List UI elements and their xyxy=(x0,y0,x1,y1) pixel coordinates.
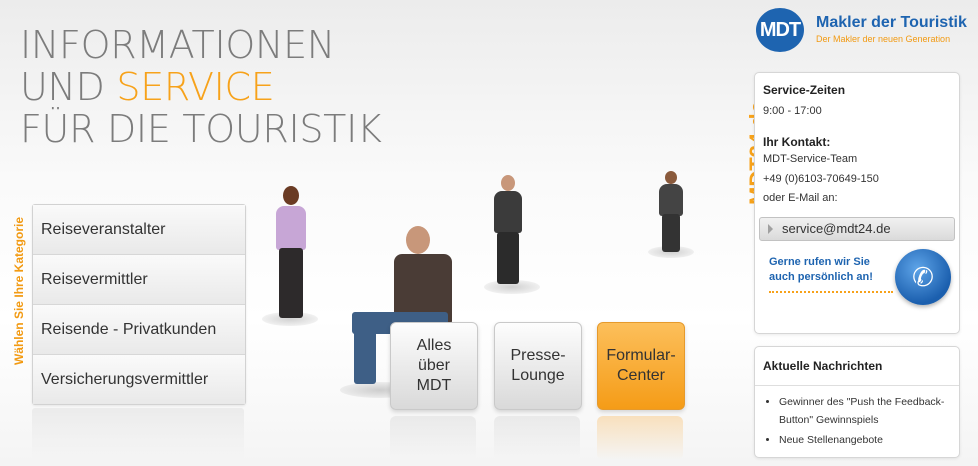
tile-label-line: Alles xyxy=(416,337,452,354)
tile-label-line: Center xyxy=(616,367,666,384)
tile-label-line: Presse- xyxy=(510,347,566,364)
logo-tagline: Der Makler der neuen Generation xyxy=(816,34,951,44)
contact-title: Ihr Kontakt: xyxy=(763,135,831,149)
service-box: Service-Zeiten 9:00 - 17:00 Ihr Kontakt:… xyxy=(754,72,960,334)
arrow-right-icon xyxy=(768,224,773,234)
service-hours-title: Service-Zeiten xyxy=(763,83,846,97)
contact-email-intro: oder E-Mail an: xyxy=(763,192,838,204)
tile-label: Presse- Lounge xyxy=(510,346,565,386)
dotted-divider xyxy=(769,291,893,293)
headline-line-1: INFORMATIONEN xyxy=(20,23,335,67)
mdt-logo[interactable]: MDT Makler der Touristik Der Makler der … xyxy=(756,8,967,56)
tile-label-line: über xyxy=(417,357,451,374)
news-box: Aktuelle Nachrichten Gewinner des "Push … xyxy=(754,346,960,458)
tile-label: Formular- Center xyxy=(606,346,675,386)
tile-label: Alles über MDT xyxy=(417,336,452,396)
category-list-reflection xyxy=(32,408,244,460)
headline-line-2-prefix: UND xyxy=(20,65,117,109)
callback-text[interactable]: Gerne rufen wir Sie auch persönlich an! xyxy=(769,255,873,285)
email-button[interactable]: service@mdt24.de xyxy=(759,217,955,241)
tile-reflection xyxy=(494,416,580,460)
category-list: Reiseveranstalter Reisevermittler Reisen… xyxy=(32,204,246,405)
service-hours: 9:00 - 17:00 xyxy=(763,105,822,117)
tile-formular-center[interactable]: Formular- Center xyxy=(597,322,685,410)
logo-badge: MDT xyxy=(756,8,804,52)
tile-alles-ueber-mdt[interactable]: Alles über MDT xyxy=(390,322,478,410)
callback-line: Gerne rufen wir Sie xyxy=(769,256,870,268)
page-headline: INFORMATIONEN UND SERVICE FÜR DIE TOURIS… xyxy=(20,24,382,150)
phone-icon[interactable]: ✆ xyxy=(895,249,951,305)
category-item-reisevermittler[interactable]: Reisevermittler xyxy=(33,254,245,304)
category-prompt: Wählen Sie Ihre Kategorie xyxy=(12,216,26,366)
contact-phone: +49 (0)6103-70649-150 xyxy=(763,173,879,185)
headline-line-2: UND SERVICE xyxy=(20,66,382,108)
tile-label-line: MDT xyxy=(416,377,452,394)
tile-label-line: Lounge xyxy=(511,367,565,384)
person-woman-walking xyxy=(266,184,316,324)
news-item[interactable]: Gewinner des "Push the Feedback-Button" … xyxy=(779,393,955,429)
email-label: service@mdt24.de xyxy=(782,221,891,236)
category-item-reiseveranstalter[interactable]: Reiseveranstalter xyxy=(33,205,245,254)
callback-line: auch persönlich an! xyxy=(769,271,873,283)
news-title: Aktuelle Nachrichten xyxy=(763,359,883,373)
category-item-versicherungsvermittler[interactable]: Versicherungsvermittler xyxy=(33,354,245,404)
contact-team: MDT-Service-Team xyxy=(763,153,858,165)
logo-name: Makler der Touristik xyxy=(816,14,967,31)
category-item-reisende-privatkunden[interactable]: Reisende - Privatkunden xyxy=(33,304,245,354)
news-divider xyxy=(755,385,959,386)
news-item[interactable]: Neue Stellenangebote xyxy=(779,431,955,449)
person-man-phone xyxy=(488,174,528,286)
headline-line-3: FÜR DIE TOURISTIK xyxy=(20,107,382,151)
tile-presse-lounge[interactable]: Presse- Lounge xyxy=(494,322,582,410)
tile-reflection xyxy=(597,416,683,460)
headline-accent: SERVICE xyxy=(116,65,275,109)
tile-reflection xyxy=(390,416,476,460)
news-list: Gewinner des "Push the Feedback-Button" … xyxy=(763,391,955,449)
tile-label-line: Formular- xyxy=(606,347,676,364)
person-woman-suit xyxy=(654,170,688,254)
